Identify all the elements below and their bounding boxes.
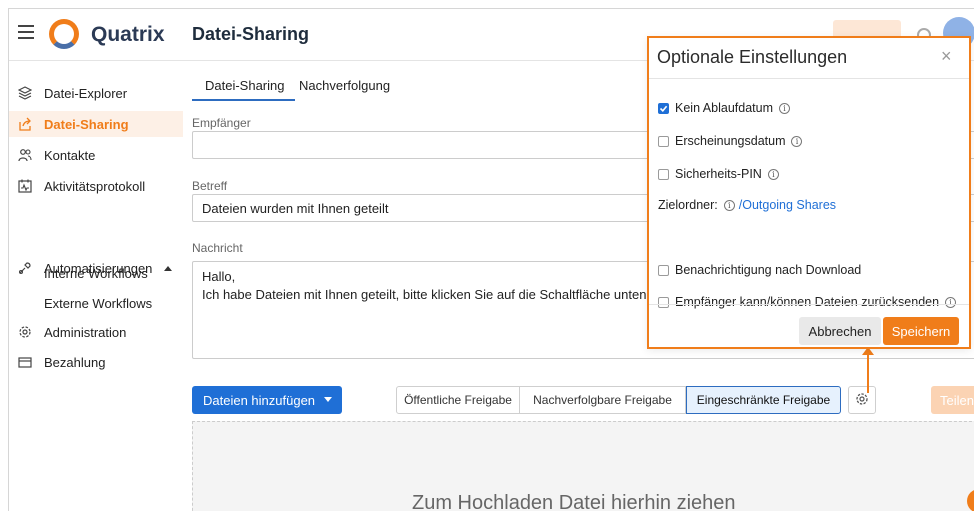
automation-icon [18, 261, 32, 275]
sidebar-item-aktivitaetsprotokoll[interactable]: Aktivitätsprotokoll [9, 173, 183, 199]
close-icon[interactable]: × [941, 46, 952, 67]
add-files-label: Dateien hinzufügen [203, 392, 316, 408]
activity-log-icon [18, 179, 32, 193]
sidebar-item-label: Kontakte [44, 147, 96, 163]
drop-zone[interactable]: Zum Hochladen Datei hierhin ziehen [192, 421, 974, 511]
card-icon [18, 355, 32, 369]
sidebar-item-label: Administration [44, 324, 127, 340]
info-icon[interactable]: i [767, 168, 779, 180]
logo-text: Quatrix [91, 23, 165, 46]
info-icon[interactable]: i [723, 199, 735, 211]
option-security-pin[interactable]: Sicherheits-PIN i [658, 167, 779, 181]
option-download-notification[interactable]: Benachrichtigung nach Download [658, 263, 861, 277]
app-window: Quatrix Datei-Sharing Datei-Explorer Dat… [8, 8, 974, 511]
target-folder-label: Zielordner: [658, 198, 718, 212]
checkbox-icon[interactable] [658, 135, 669, 147]
sidebar-item-datei-explorer[interactable]: Datei-Explorer [9, 80, 183, 106]
tab-datei-sharing[interactable]: Datei-Sharing [205, 78, 285, 93]
sidebar: Datei-Explorer Datei-Sharing Kontakte Ak… [9, 62, 183, 511]
subject-label: Betreff [192, 179, 228, 193]
public-share-button[interactable]: Öffentliche Freigabe [396, 386, 520, 414]
message-label: Nachricht [192, 241, 243, 255]
checkbox-checked-icon[interactable] [658, 102, 669, 114]
option-appearance-date[interactable]: Erscheinungsdatum i [658, 134, 803, 148]
option-label: Sicherheits-PIN [675, 167, 762, 181]
page-title: Datei-Sharing [192, 24, 310, 44]
gear-admin-icon [18, 325, 32, 339]
trackable-share-button[interactable]: Nachverfolgbare Freigabe [520, 386, 686, 414]
dialog-title: Optionale Einstellungen [657, 47, 848, 67]
option-label: Erscheinungsdatum [675, 134, 786, 148]
optional-settings-dialog: Optionale Einstellungen × Kein Ablaufdat… [647, 36, 971, 349]
chevron-down-icon[interactable] [324, 397, 332, 402]
layers-icon [18, 86, 32, 100]
tab-nachverfolgung[interactable]: Nachverfolgung [299, 78, 390, 93]
share-button[interactable]: Teilen [931, 386, 974, 414]
sidebar-item-label: Bezahlung [44, 354, 106, 370]
sidebar-item-externe-workflows[interactable]: Externe Workflows [44, 296, 152, 311]
restricted-share-button[interactable]: Eingeschränkte Freigabe [686, 386, 841, 414]
menu-icon[interactable] [18, 25, 34, 39]
chevron-up-icon [164, 265, 173, 271]
checkbox-icon[interactable] [658, 168, 669, 180]
share-icon [18, 117, 32, 131]
sidebar-item-interne-workflows[interactable]: Interne Workflows [44, 266, 148, 281]
sidebar-item-label: Aktivitätsprotokoll [44, 178, 146, 194]
active-tab-indicator [192, 99, 295, 101]
option-no-expiry[interactable]: Kein Ablaufdatum i [658, 101, 790, 115]
sidebar-item-label: Datei-Sharing [44, 116, 129, 132]
gear-icon [855, 392, 869, 409]
sidebar-item-label: Datei-Explorer [44, 85, 128, 101]
settings-button[interactable] [848, 386, 876, 414]
checkbox-icon[interactable] [658, 264, 669, 276]
option-label: Empfänger kann/können Dateien zurücksend… [675, 295, 940, 309]
logo-icon [49, 19, 79, 49]
option-label: Kein Ablaufdatum [675, 101, 773, 115]
cancel-button[interactable]: Abbrechen [799, 317, 881, 345]
target-folder-link[interactable]: /Outgoing Shares [739, 198, 836, 212]
option-label: Benachrichtigung nach Download [675, 263, 862, 277]
drop-zone-text: Zum Hochladen Datei hierhin ziehen [412, 492, 736, 511]
info-icon[interactable]: i [791, 135, 803, 147]
sidebar-item-administration[interactable]: Administration [9, 319, 183, 345]
option-recipient-return-files[interactable]: Empfänger kann/können Dateien zurücksend… [658, 295, 957, 309]
sidebar-item-kontakte[interactable]: Kontakte [9, 142, 183, 168]
recipient-label: Empfänger [192, 116, 251, 130]
sidebar-item-bezahlung[interactable]: Bezahlung [9, 349, 183, 375]
callout-arrow-line [867, 353, 869, 393]
add-files-button[interactable]: Dateien hinzufügen [192, 386, 342, 414]
contacts-icon [18, 148, 32, 162]
divider [649, 78, 969, 79]
save-button[interactable]: Speichern [883, 317, 959, 345]
info-icon[interactable]: i [945, 296, 957, 308]
checkbox-icon[interactable] [658, 296, 669, 308]
target-folder-row: Zielordner: i /Outgoing Shares [658, 198, 836, 212]
sidebar-item-datei-sharing[interactable]: Datei-Sharing [9, 111, 183, 137]
divider [649, 304, 969, 305]
info-icon[interactable]: i [779, 102, 790, 114]
